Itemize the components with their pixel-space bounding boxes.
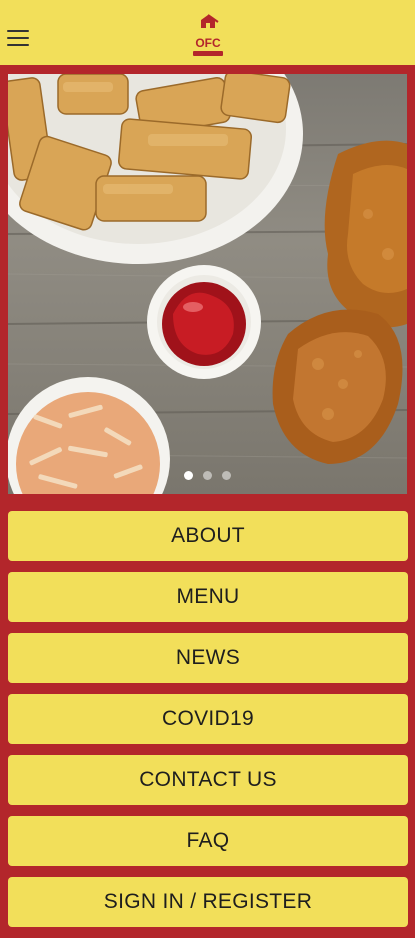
hero-carousel[interactable]	[8, 74, 407, 494]
hero-food-image	[8, 74, 407, 494]
main-menu: ABOUT MENU NEWS COVID19 CONTACT US FAQ S…	[8, 511, 408, 938]
svg-text:OFC: OFC	[195, 36, 221, 50]
about-button[interactable]: ABOUT	[8, 511, 408, 561]
sign-in-register-button[interactable]: SIGN IN / REGISTER	[8, 877, 408, 927]
carousel-dot[interactable]	[222, 471, 231, 480]
covid19-button[interactable]: COVID19	[8, 694, 408, 744]
brand-logo[interactable]: OFC	[188, 14, 228, 62]
carousel-dot[interactable]	[203, 471, 212, 480]
menu-button[interactable]: MENU	[8, 572, 408, 622]
contact-us-button[interactable]: CONTACT US	[8, 755, 408, 805]
carousel-dot[interactable]	[184, 471, 193, 480]
faq-button[interactable]: FAQ	[8, 816, 408, 866]
news-button[interactable]: NEWS	[8, 633, 408, 683]
carousel-indicators	[8, 471, 407, 480]
app-header: OFC	[0, 0, 415, 65]
hamburger-icon[interactable]	[7, 30, 29, 48]
